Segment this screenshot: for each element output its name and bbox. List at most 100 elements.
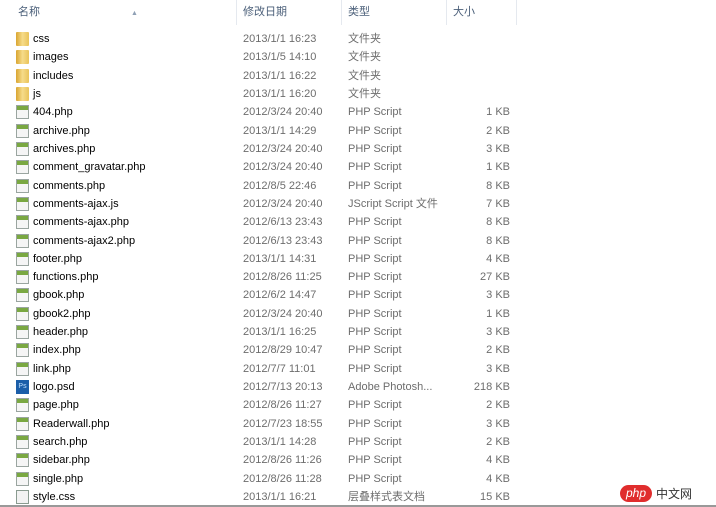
php-file-icon [16, 251, 29, 266]
file-row[interactable]: index.php 2012/8/29 10:47 PHP Script 2 K… [0, 341, 520, 359]
php-file-icon [16, 471, 29, 486]
file-row[interactable]: page.php 2012/8/26 11:27 PHP Script 2 KB [0, 396, 520, 414]
file-row[interactable]: search.php 2013/1/1 14:28 PHP Script 2 K… [0, 433, 520, 451]
file-date: 2012/8/5 22:46 [243, 179, 317, 192]
php-file-icon [16, 325, 29, 340]
file-name: single.php [33, 472, 84, 485]
file-size: 7 KB [486, 197, 510, 210]
file-size: 2 KB [486, 436, 510, 449]
file-name: includes [33, 69, 74, 82]
file-type: PHP Script [348, 124, 402, 137]
file-size: 2 KB [486, 399, 510, 412]
file-name: style.css [33, 491, 76, 503]
folder-icon [16, 86, 29, 101]
file-type: PHP Script [348, 399, 402, 412]
file-date: 2012/3/24 20:40 [243, 142, 323, 155]
file-size: 8 KB [486, 179, 510, 192]
file-date: 2012/3/24 20:40 [243, 197, 323, 210]
file-row[interactable]: link.php 2012/7/7 11:01 PHP Script 3 KB [0, 360, 520, 378]
file-date: 2013/1/1 14:28 [243, 436, 317, 449]
file-row[interactable]: comments-ajax.js 2012/3/24 20:40 JScript… [0, 195, 520, 213]
php-file-icon [16, 215, 29, 230]
file-name: sidebar.php [33, 454, 90, 467]
column-name[interactable]: 名称 ▲ [12, 0, 237, 25]
file-name: js [33, 87, 41, 100]
file-name: comments-ajax2.php [33, 234, 136, 247]
file-name: search.php [33, 436, 88, 449]
file-row[interactable]: header.php 2013/1/1 16:25 PHP Script 3 K… [0, 323, 520, 341]
file-date: 2012/7/23 18:55 [243, 417, 323, 430]
php-file-icon [16, 160, 29, 175]
file-row[interactable]: functions.php 2012/8/26 11:25 PHP Script… [0, 268, 520, 286]
file-name: page.php [33, 399, 79, 412]
file-type: PHP Script [348, 417, 402, 430]
watermark-text: 中文网 [656, 487, 693, 501]
file-date: 2013/1/1 16:20 [243, 87, 317, 100]
file-row[interactable]: single.php 2012/8/26 11:28 PHP Script 4 … [0, 470, 520, 488]
file-type: PHP Script [348, 271, 402, 284]
php-file-icon [16, 453, 29, 468]
file-type: PHP Script [348, 289, 402, 302]
file-row[interactable]: comments-ajax.php 2012/6/13 23:43 PHP Sc… [0, 213, 520, 231]
file-date: 2012/8/26 11:28 [243, 472, 322, 485]
file-size: 15 KB [480, 491, 510, 503]
file-row[interactable]: gbook.php 2012/6/2 14:47 PHP Script 3 KB [0, 286, 520, 304]
file-row[interactable]: Readerwall.php 2012/7/23 18:55 PHP Scrip… [0, 415, 520, 433]
php-file-icon [16, 343, 29, 358]
file-size: 2 KB [486, 344, 510, 357]
file-date: 2012/8/26 11:26 [243, 454, 322, 467]
file-row[interactable]: archives.php 2012/3/24 20:40 PHP Script … [0, 140, 520, 158]
file-row[interactable]: js 2013/1/1 16:20 文件夹 [0, 85, 520, 103]
file-type: PHP Script [348, 344, 402, 357]
column-type-label: 类型 [348, 6, 370, 18]
file-row[interactable]: gbook2.php 2012/3/24 20:40 PHP Script 1 … [0, 305, 520, 323]
file-name: index.php [33, 344, 81, 357]
file-date: 2012/3/24 20:40 [243, 161, 323, 174]
file-row[interactable]: archive.php 2013/1/1 14:29 PHP Script 2 … [0, 122, 520, 140]
file-date: 2012/7/7 11:01 [243, 362, 316, 375]
file-type: PHP Script [348, 161, 402, 174]
php-file-icon [16, 306, 29, 321]
file-name: comments-ajax.js [33, 197, 119, 210]
file-type: 文件夹 [348, 51, 381, 64]
file-type: JScript Script 文件 [348, 197, 438, 210]
watermark-logo: php [620, 485, 653, 502]
column-size-label: 大小 [453, 6, 475, 18]
file-size: 4 KB [486, 252, 510, 265]
file-type: PHP Script [348, 326, 402, 339]
file-row[interactable]: 404.php 2012/3/24 20:40 PHP Script 1 KB [0, 103, 520, 121]
file-size: 4 KB [486, 472, 510, 485]
file-type: PHP Script [348, 307, 402, 320]
file-name: comments-ajax.php [33, 216, 129, 229]
file-row[interactable]: comments.php 2012/8/5 22:46 PHP Script 8… [0, 177, 520, 195]
file-date: 2013/1/1 16:23 [243, 33, 317, 45]
file-row[interactable]: style.css 2013/1/1 16:21 层叠样式表文档 15 KB [0, 488, 520, 506]
file-name: functions.php [33, 271, 99, 284]
file-row[interactable]: images 2013/1/5 14:10 文件夹 [0, 48, 520, 66]
file-date: 2012/8/29 10:47 [243, 344, 323, 357]
file-name: header.php [33, 326, 89, 339]
file-type: 文件夹 [348, 69, 381, 82]
column-date[interactable]: 修改日期 [237, 0, 342, 25]
file-row[interactable]: comments-ajax2.php 2012/6/13 23:43 PHP S… [0, 232, 520, 250]
column-size[interactable]: 大小 [447, 0, 517, 25]
folder-icon [16, 32, 29, 46]
file-row[interactable]: Ps logo.psd 2012/7/13 20:13 Adobe Photos… [0, 378, 520, 396]
folder-icon [16, 50, 29, 65]
file-row[interactable]: comment_gravatar.php 2012/3/24 20:40 PHP… [0, 158, 520, 176]
sort-ascending-icon: ▲ [131, 10, 138, 17]
file-row[interactable]: footer.php 2013/1/1 14:31 PHP Script 4 K… [0, 250, 520, 268]
file-date: 2012/8/26 11:27 [243, 399, 322, 412]
file-type: 文件夹 [348, 87, 381, 100]
file-size: 3 KB [486, 362, 510, 375]
php-file-icon [16, 270, 29, 285]
column-header: 名称 ▲ 修改日期 类型 大小 [0, 0, 716, 26]
file-name: comments.php [33, 179, 106, 192]
file-size: 218 KB [473, 381, 510, 394]
file-date: 2012/3/24 20:40 [243, 106, 323, 119]
column-type[interactable]: 类型 [342, 0, 447, 25]
file-date: 2012/7/13 20:13 [243, 381, 323, 394]
file-row[interactable]: sidebar.php 2012/8/26 11:26 PHP Script 4… [0, 451, 520, 469]
file-row[interactable]: includes 2013/1/1 16:22 文件夹 [0, 67, 520, 85]
file-row[interactable]: css 2013/1/1 16:23 文件夹 [0, 30, 520, 48]
